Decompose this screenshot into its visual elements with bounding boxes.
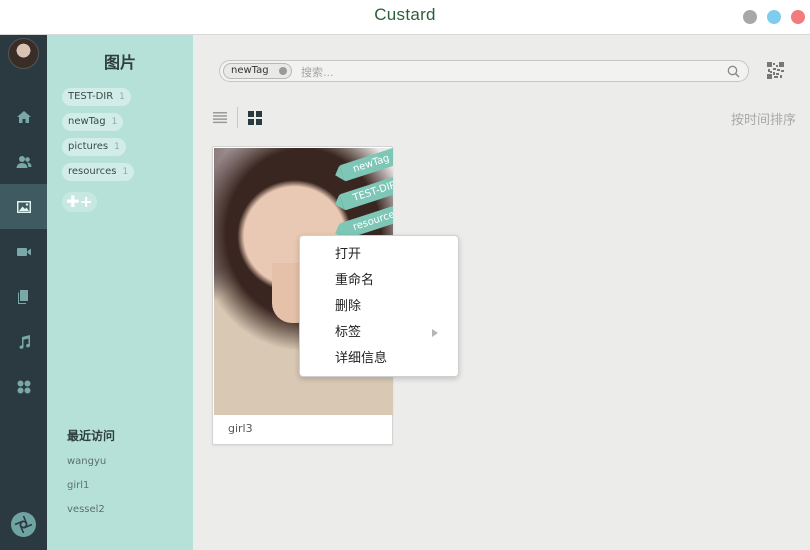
search-icon[interactable] (727, 65, 740, 78)
menu-item-open[interactable]: 打开 (300, 242, 458, 268)
grid-view-icon[interactable] (248, 111, 262, 125)
menu-item-rename[interactable]: 重命名 (300, 268, 458, 294)
sidebar-tag-newtag[interactable]: newTag 1 (62, 113, 124, 131)
recent-item[interactable]: vessel2 (67, 504, 105, 515)
search-input[interactable]: 搜索... (301, 64, 334, 80)
sidebar-tag-resources[interactable]: resources 1 (62, 163, 135, 181)
image-icon (16, 200, 31, 213)
home-icon (16, 110, 31, 123)
rail-item-apps[interactable] (0, 364, 47, 409)
menu-item-details[interactable]: 详细信息 (300, 346, 458, 372)
document-icon (17, 289, 28, 304)
recent-item[interactable]: wangyu (67, 456, 106, 467)
image-name: girl3 (228, 422, 253, 435)
aperture-icon[interactable] (11, 512, 36, 537)
aperture-glyph (14, 515, 33, 534)
tag-sidebar: 图片 TEST-DIR 1 newTag 1 pictures 1 resources… (47, 35, 193, 550)
users-icon (16, 155, 31, 168)
search-chip-label: newTag (231, 65, 269, 76)
rail-item-pictures[interactable] (0, 184, 47, 229)
music-icon (19, 334, 30, 349)
sidebar-tag-pictures[interactable]: pictures 1 (62, 138, 126, 156)
maximize-button[interactable] (767, 10, 781, 24)
avatar[interactable] (8, 38, 39, 69)
rail-item-videos[interactable] (0, 229, 47, 274)
list-view-icon[interactable] (213, 111, 227, 125)
tag-label: pictures (68, 141, 109, 152)
chip-remove-icon[interactable] (278, 67, 287, 75)
tag-count: 1 (119, 92, 125, 102)
search-tag-chip[interactable]: newTag (223, 63, 292, 79)
view-divider (237, 107, 238, 128)
menu-item-tags-label: 标签 (335, 325, 362, 340)
apps-icon (17, 380, 30, 393)
card-tag-label: newTag (351, 152, 391, 176)
menu-item-tags[interactable]: 标签 (300, 320, 458, 346)
tag-count: 1 (111, 117, 118, 127)
video-icon (16, 247, 31, 256)
rail-item-home[interactable] (0, 94, 47, 139)
window-title: Custard (374, 5, 436, 24)
rail-item-music[interactable] (0, 319, 47, 364)
add-tag-button[interactable]: ✚+ (62, 192, 97, 212)
tag-label: resources (68, 166, 117, 177)
tag-count: 1 (114, 142, 120, 152)
card-tag-label: resources (351, 207, 393, 234)
sidebar-tag-test-dir[interactable]: TEST-DIR 1 (62, 88, 131, 106)
qr-code-icon[interactable] (767, 62, 784, 79)
close-button[interactable] (791, 10, 805, 24)
sidebar-heading: 图片 (103, 53, 136, 72)
tag-label: newTag (68, 116, 106, 127)
card-tag-ribbon: newTag (339, 148, 393, 182)
context-menu: 打开 重命名 删除 标签 详细信息 (299, 235, 459, 377)
rail-item-documents[interactable] (0, 274, 47, 319)
card-tag-label: TEST-DIR (351, 179, 393, 205)
recent-heading: 最近访问 (67, 429, 116, 443)
search-bar[interactable]: newTag 搜索... (219, 60, 749, 82)
tag-count: 1 (122, 167, 129, 177)
menu-item-delete[interactable]: 删除 (300, 294, 458, 320)
nav-rail (0, 35, 47, 550)
tag-label: TEST-DIR (68, 91, 114, 102)
rail-item-contacts[interactable] (0, 139, 47, 184)
sort-by-time-button[interactable]: 按时间排序 (731, 109, 796, 128)
submenu-arrow-icon (432, 329, 438, 337)
recent-item[interactable]: girl1 (67, 480, 89, 491)
minimize-button[interactable] (743, 10, 757, 24)
title-bar: Custard (0, 0, 810, 35)
